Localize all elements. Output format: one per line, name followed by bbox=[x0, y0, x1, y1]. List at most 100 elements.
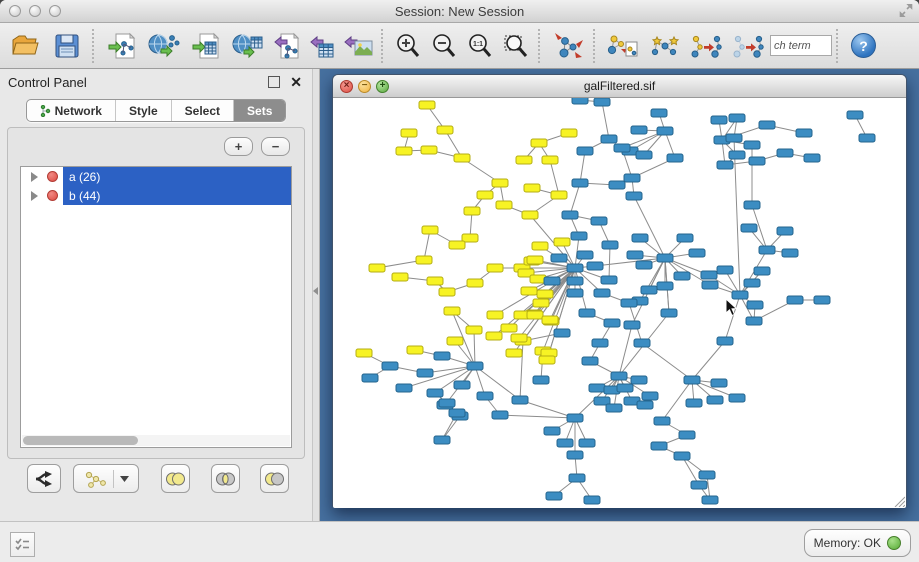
intersect-sets-button[interactable] bbox=[211, 464, 240, 493]
network-node[interactable] bbox=[631, 376, 647, 384]
task-history-button[interactable] bbox=[10, 532, 35, 557]
network-node[interactable] bbox=[567, 451, 583, 459]
network-node[interactable] bbox=[641, 286, 657, 294]
network-node[interactable] bbox=[466, 326, 482, 334]
tab-network[interactable]: Network bbox=[27, 100, 116, 121]
network-node[interactable] bbox=[631, 126, 647, 134]
expand-triangle-icon[interactable] bbox=[31, 172, 38, 182]
network-node[interactable] bbox=[584, 496, 600, 504]
network-node[interactable] bbox=[741, 224, 757, 232]
network-node[interactable] bbox=[454, 381, 470, 389]
minimize-frame-button[interactable]: − bbox=[358, 80, 371, 93]
import-network-url-button[interactable] bbox=[143, 27, 185, 65]
network-node[interactable] bbox=[677, 234, 693, 242]
network-node[interactable] bbox=[601, 135, 617, 143]
network-node[interactable] bbox=[362, 374, 378, 382]
network-node[interactable] bbox=[501, 324, 517, 332]
add-set-button[interactable]: + bbox=[224, 137, 253, 156]
network-node[interactable] bbox=[787, 296, 803, 304]
network-node[interactable] bbox=[632, 234, 648, 242]
import-network-file-button[interactable] bbox=[101, 27, 143, 65]
network-node[interactable] bbox=[561, 129, 577, 137]
expand-triangle-icon[interactable] bbox=[31, 191, 38, 201]
network-node[interactable] bbox=[624, 321, 640, 329]
network-node[interactable] bbox=[356, 349, 372, 357]
network-node[interactable] bbox=[572, 179, 588, 187]
network-node[interactable] bbox=[759, 246, 775, 254]
network-node[interactable] bbox=[749, 157, 765, 165]
help-button[interactable]: ? bbox=[851, 33, 876, 58]
network-node[interactable] bbox=[587, 262, 603, 270]
network-node[interactable] bbox=[422, 226, 438, 234]
network-node[interactable] bbox=[511, 334, 527, 342]
network-canvas[interactable] bbox=[333, 98, 906, 508]
network-node[interactable] bbox=[701, 271, 717, 279]
network-node[interactable] bbox=[477, 191, 493, 199]
network-node[interactable] bbox=[551, 191, 567, 199]
network-node[interactable] bbox=[744, 279, 760, 287]
network-node[interactable] bbox=[527, 311, 543, 319]
zoom-fit-selected-button[interactable] bbox=[498, 27, 534, 65]
network-node[interactable] bbox=[711, 379, 727, 387]
minimize-window-button[interactable] bbox=[29, 5, 41, 17]
collapse-panel-icon[interactable] bbox=[313, 287, 318, 295]
network-node[interactable] bbox=[542, 316, 558, 324]
network-node[interactable] bbox=[606, 404, 622, 412]
network-node[interactable] bbox=[454, 154, 470, 162]
network-node[interactable] bbox=[524, 184, 540, 192]
network-node[interactable] bbox=[582, 357, 598, 365]
difference-sets-button[interactable] bbox=[260, 464, 289, 493]
network-node[interactable] bbox=[617, 384, 633, 392]
network-node[interactable] bbox=[654, 417, 670, 425]
network-node[interactable] bbox=[522, 211, 538, 219]
network-node[interactable] bbox=[434, 352, 450, 360]
network-frame[interactable]: × − + galFiltered.sif bbox=[332, 74, 907, 508]
close-frame-button[interactable]: × bbox=[340, 80, 353, 93]
fullscreen-icon[interactable] bbox=[899, 4, 913, 22]
network-node[interactable] bbox=[512, 396, 528, 404]
network-node[interactable] bbox=[421, 146, 437, 154]
export-table-button[interactable] bbox=[305, 27, 341, 65]
network-node[interactable] bbox=[796, 129, 812, 137]
network-node[interactable] bbox=[416, 256, 432, 264]
network-node[interactable] bbox=[449, 409, 465, 417]
network-node[interactable] bbox=[592, 339, 608, 347]
network-node[interactable] bbox=[642, 392, 658, 400]
network-node[interactable] bbox=[427, 277, 443, 285]
network-node[interactable] bbox=[699, 471, 715, 479]
network-node[interactable] bbox=[369, 264, 385, 272]
zoom-window-button[interactable] bbox=[49, 5, 61, 17]
tab-sets[interactable]: Sets bbox=[234, 100, 285, 121]
network-node[interactable] bbox=[627, 251, 643, 259]
remove-set-button[interactable]: − bbox=[261, 137, 290, 156]
network-node[interactable] bbox=[689, 249, 705, 257]
set-row-b[interactable]: b (44) bbox=[21, 186, 291, 205]
network-node[interactable] bbox=[591, 217, 607, 225]
network-node[interactable] bbox=[544, 277, 560, 285]
create-set-dropdown-button[interactable] bbox=[73, 464, 139, 493]
close-panel-icon[interactable]: ✕ bbox=[290, 77, 302, 87]
import-table-file-button[interactable] bbox=[185, 27, 227, 65]
network-node[interactable] bbox=[439, 288, 455, 296]
network-node[interactable] bbox=[567, 289, 583, 297]
network-node[interactable] bbox=[569, 474, 585, 482]
open-session-button[interactable] bbox=[4, 27, 46, 65]
network-node[interactable] bbox=[419, 101, 435, 109]
close-window-button[interactable] bbox=[9, 5, 21, 17]
network-node[interactable] bbox=[611, 372, 627, 380]
network-node[interactable] bbox=[539, 356, 555, 364]
network-node[interactable] bbox=[667, 154, 683, 162]
network-node[interactable] bbox=[614, 144, 630, 152]
network-node[interactable] bbox=[637, 401, 653, 409]
network-node[interactable] bbox=[657, 254, 673, 262]
zoom-out-button[interactable] bbox=[426, 27, 462, 65]
network-node[interactable] bbox=[571, 232, 587, 240]
network-node[interactable] bbox=[521, 287, 537, 295]
network-node[interactable] bbox=[531, 139, 547, 147]
network-node[interactable] bbox=[657, 282, 673, 290]
network-node[interactable] bbox=[691, 481, 707, 489]
network-node[interactable] bbox=[396, 384, 412, 392]
network-node[interactable] bbox=[651, 109, 667, 117]
network-node[interactable] bbox=[726, 134, 742, 142]
network-node[interactable] bbox=[711, 116, 727, 124]
